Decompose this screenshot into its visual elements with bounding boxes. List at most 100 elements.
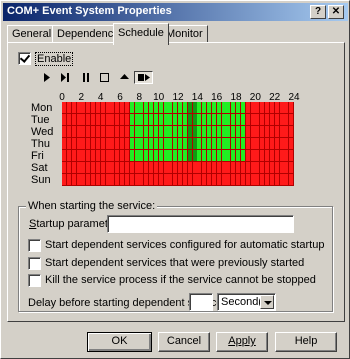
schedule-cell[interactable]: [71, 138, 76, 149]
eject-button[interactable]: [115, 71, 134, 84]
schedule-cell[interactable]: [211, 162, 216, 173]
schedule-cell[interactable]: [216, 102, 221, 113]
schedule-cell[interactable]: [260, 126, 265, 137]
schedule-cell[interactable]: [62, 150, 67, 161]
schedule-cell[interactable]: [284, 138, 289, 149]
schedule-cell[interactable]: [129, 174, 134, 185]
schedule-cell[interactable]: [250, 114, 255, 125]
schedule-cell[interactable]: [279, 102, 284, 113]
schedule-cell[interactable]: [178, 150, 183, 161]
kill-process-checkbox[interactable]: [28, 274, 41, 287]
schedule-cell[interactable]: [221, 114, 226, 125]
auto-start-dependents-checkbox[interactable]: [28, 239, 41, 252]
schedule-cell[interactable]: [192, 126, 197, 137]
schedule-cell[interactable]: [100, 114, 105, 125]
schedule-cell[interactable]: [163, 126, 168, 137]
schedule-cell[interactable]: [289, 102, 294, 113]
schedule-cell[interactable]: [211, 174, 216, 185]
schedule-cell[interactable]: [115, 150, 120, 161]
schedule-cell[interactable]: [62, 114, 67, 125]
schedule-cell[interactable]: [279, 114, 284, 125]
schedule-cell[interactable]: [245, 174, 250, 185]
schedule-cell[interactable]: [100, 174, 105, 185]
schedule-cell[interactable]: [197, 174, 202, 185]
schedule-cell[interactable]: [91, 138, 96, 149]
schedule-cell[interactable]: [129, 138, 134, 149]
schedule-cell[interactable]: [289, 162, 294, 173]
schedule-cell[interactable]: [62, 126, 67, 137]
schedule-cell[interactable]: [289, 174, 294, 185]
schedule-cell[interactable]: [265, 126, 270, 137]
schedule-cell[interactable]: [91, 102, 96, 113]
schedule-cell[interactable]: [245, 126, 250, 137]
schedule-cell[interactable]: [284, 102, 289, 113]
schedule-cell[interactable]: [86, 138, 91, 149]
stop-button[interactable]: [95, 71, 114, 84]
schedule-cell[interactable]: [76, 102, 81, 113]
schedule-cell[interactable]: [192, 102, 197, 113]
schedule-cell[interactable]: [105, 114, 110, 125]
schedule-cell[interactable]: [95, 114, 100, 125]
schedule-cell[interactable]: [197, 138, 202, 149]
schedule-cell[interactable]: [120, 150, 125, 161]
schedule-cell[interactable]: [120, 162, 125, 173]
schedule-cell[interactable]: [173, 150, 178, 161]
schedule-cell[interactable]: [110, 126, 115, 137]
tab-general[interactable]: General: [7, 25, 57, 43]
schedule-cell[interactable]: [231, 150, 236, 161]
schedule-cell[interactable]: [245, 150, 250, 161]
schedule-cell[interactable]: [197, 162, 202, 173]
schedule-cell[interactable]: [211, 126, 216, 137]
schedule-cell[interactable]: [91, 162, 96, 173]
schedule-cell[interactable]: [211, 138, 216, 149]
schedule-cell[interactable]: [216, 114, 221, 125]
apply-button[interactable]: Apply: [216, 332, 268, 352]
schedule-cell[interactable]: [207, 162, 212, 173]
schedule-cell[interactable]: [158, 114, 163, 125]
schedule-cell[interactable]: [105, 162, 110, 173]
schedule-cell[interactable]: [255, 114, 260, 125]
schedule-cell[interactable]: [168, 138, 173, 149]
help-title-button[interactable]: ?: [310, 5, 326, 19]
schedule-cell[interactable]: [173, 138, 178, 149]
schedule-cell[interactable]: [274, 138, 279, 149]
schedule-cell[interactable]: [124, 162, 129, 173]
schedule-cell[interactable]: [279, 162, 284, 173]
schedule-cell[interactable]: [91, 126, 96, 137]
schedule-cell[interactable]: [149, 114, 154, 125]
schedule-cell[interactable]: [265, 102, 270, 113]
schedule-cell[interactable]: [202, 174, 207, 185]
schedule-cell[interactable]: [192, 138, 197, 149]
schedule-cell[interactable]: [66, 162, 71, 173]
schedule-cell[interactable]: [91, 174, 96, 185]
schedule-cell[interactable]: [173, 102, 178, 113]
schedule-cell[interactable]: [216, 174, 221, 185]
schedule-cell[interactable]: [105, 150, 110, 161]
schedule-cell[interactable]: [115, 162, 120, 173]
schedule-cell[interactable]: [207, 150, 212, 161]
schedule-cell[interactable]: [163, 162, 168, 173]
schedule-cell[interactable]: [134, 126, 139, 137]
schedule-cell[interactable]: [71, 126, 76, 137]
schedule-cell[interactable]: [265, 114, 270, 125]
schedule-cell[interactable]: [255, 102, 260, 113]
schedule-cell[interactable]: [197, 114, 202, 125]
schedule-cell[interactable]: [289, 138, 294, 149]
schedule-cell[interactable]: [81, 174, 86, 185]
schedule-cell[interactable]: [274, 102, 279, 113]
schedule-cell[interactable]: [124, 150, 129, 161]
schedule-cell[interactable]: [115, 114, 120, 125]
schedule-cell[interactable]: [226, 162, 231, 173]
schedule-cell[interactable]: [178, 102, 183, 113]
schedule-cell[interactable]: [163, 150, 168, 161]
schedule-cell[interactable]: [197, 102, 202, 113]
schedule-cell[interactable]: [182, 138, 187, 149]
schedule-cell[interactable]: [260, 150, 265, 161]
schedule-cell[interactable]: [153, 138, 158, 149]
schedule-cell[interactable]: [95, 126, 100, 137]
schedule-cell[interactable]: [226, 114, 231, 125]
schedule-cell[interactable]: [245, 162, 250, 173]
schedule-cell[interactable]: [231, 102, 236, 113]
schedule-cell[interactable]: [153, 162, 158, 173]
schedule-cell[interactable]: [144, 102, 149, 113]
